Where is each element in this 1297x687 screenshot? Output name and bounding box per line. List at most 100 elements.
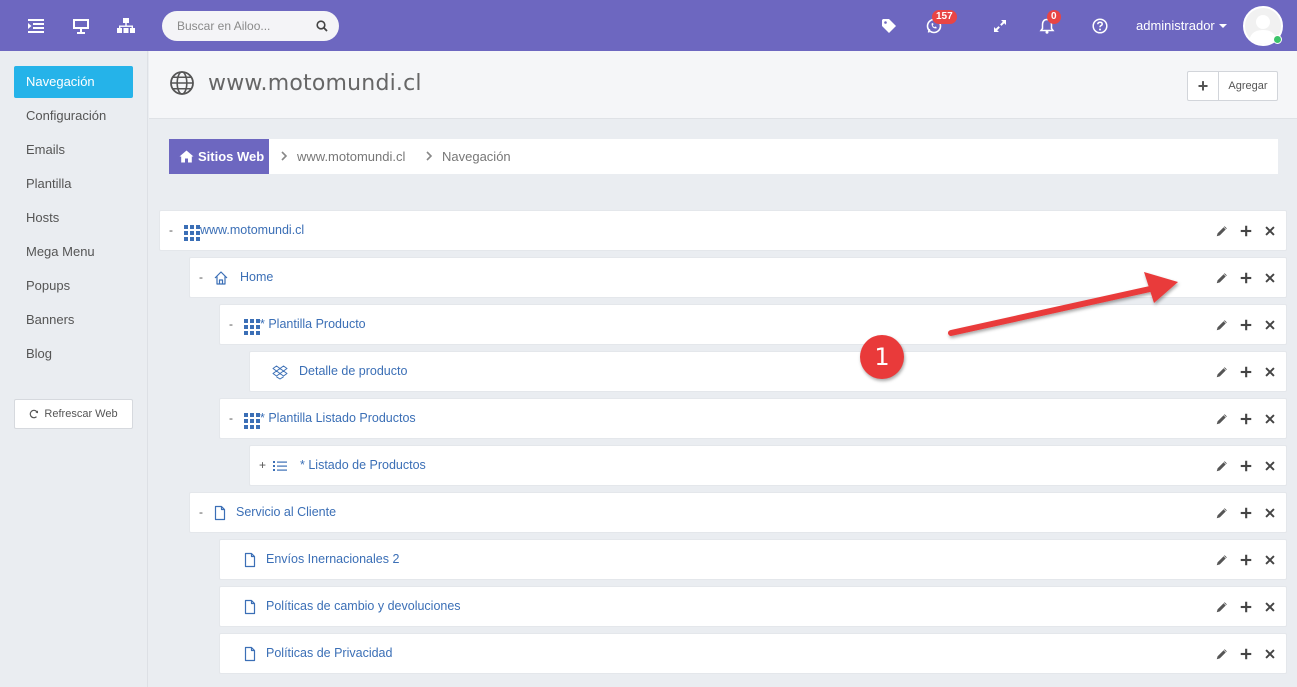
- collapse-toggle[interactable]: -: [199, 258, 209, 297]
- search-icon[interactable]: [314, 18, 330, 34]
- delete-close-icon[interactable]: [1262, 599, 1278, 615]
- tree-row: Envíos Inernacionales 2: [219, 539, 1287, 580]
- edit-pencil-icon[interactable]: [1214, 364, 1230, 380]
- sidebar-item-plantilla[interactable]: Plantilla: [14, 168, 133, 200]
- edit-pencil-icon[interactable]: [1214, 458, 1230, 474]
- add-button[interactable]: + Agregar: [1187, 71, 1278, 101]
- row-actions: [1214, 646, 1278, 662]
- add-child-plus-icon[interactable]: [1238, 552, 1254, 568]
- grid-icon: [244, 413, 260, 429]
- edit-pencil-icon[interactable]: [1214, 270, 1230, 286]
- tree-item-label[interactable]: Envíos Inernacionales 2: [266, 540, 399, 579]
- collapse-toggle[interactable]: -: [229, 305, 239, 344]
- edit-pencil-icon[interactable]: [1214, 223, 1230, 239]
- add-child-plus-icon[interactable]: [1238, 223, 1254, 239]
- edit-pencil-icon[interactable]: [1214, 599, 1230, 615]
- annotation-number: 1: [860, 335, 904, 379]
- tree-row: + * Listado de Productos: [249, 445, 1287, 486]
- tree-item-label[interactable]: Políticas de cambio y devoluciones: [266, 587, 461, 626]
- search-input[interactable]: [177, 19, 307, 33]
- sidebar-item-banners[interactable]: Banners: [14, 304, 133, 336]
- delete-close-icon[interactable]: [1262, 223, 1278, 239]
- tree-item-label[interactable]: www.motomundi.cl: [200, 211, 304, 250]
- sidebar-item-blog[interactable]: Blog: [14, 338, 133, 370]
- refresh-web-label: Refrescar Web: [44, 408, 118, 420]
- edit-pencil-icon[interactable]: [1214, 505, 1230, 521]
- expand-toggle[interactable]: +: [259, 446, 269, 485]
- user-menu[interactable]: administrador: [1136, 0, 1227, 51]
- notification-count-badge: 0: [1047, 10, 1061, 24]
- row-actions: [1214, 411, 1278, 427]
- menu-toggle-icon[interactable]: [16, 0, 56, 51]
- dropbox-icon: [272, 364, 288, 380]
- add-child-plus-icon[interactable]: [1238, 458, 1254, 474]
- sidebar-item-hosts[interactable]: Hosts: [14, 202, 133, 234]
- add-child-plus-icon[interactable]: [1238, 411, 1254, 427]
- delete-close-icon[interactable]: [1262, 552, 1278, 568]
- delete-close-icon[interactable]: [1262, 505, 1278, 521]
- delete-close-icon[interactable]: [1262, 411, 1278, 427]
- home-icon: [179, 150, 194, 163]
- add-child-plus-icon[interactable]: [1238, 599, 1254, 615]
- collapse-toggle[interactable]: -: [199, 493, 209, 532]
- expand-icon[interactable]: [980, 0, 1020, 51]
- whatsapp-icon[interactable]: [914, 0, 954, 51]
- sidebar: Navegación Configuración Emails Plantill…: [0, 51, 148, 687]
- whatsapp-count-badge: 157: [932, 10, 957, 24]
- sidebar-item-popups[interactable]: Popups: [14, 270, 133, 302]
- add-child-plus-icon[interactable]: [1238, 364, 1254, 380]
- tree-item-label[interactable]: * Plantilla Producto: [260, 305, 366, 344]
- row-actions: [1214, 599, 1278, 615]
- tree-row: - Home: [189, 257, 1287, 298]
- monitor-icon[interactable]: [61, 0, 101, 51]
- breadcrumb-item-site[interactable]: www.motomundi.cl: [297, 139, 405, 174]
- tree-row: Políticas de Privacidad: [219, 633, 1287, 674]
- row-actions: [1214, 317, 1278, 333]
- edit-pencil-icon[interactable]: [1214, 317, 1230, 333]
- collapse-toggle[interactable]: -: [229, 399, 239, 438]
- tree-item-label[interactable]: Servicio al Cliente: [236, 493, 336, 532]
- edit-pencil-icon[interactable]: [1214, 411, 1230, 427]
- collapse-toggle[interactable]: -: [169, 211, 179, 250]
- chevron-right-icon: [426, 151, 433, 161]
- top-bar: 157 0 administrador: [0, 0, 1297, 51]
- breadcrumb-home[interactable]: Sitios Web: [169, 139, 269, 174]
- bell-icon[interactable]: [1027, 0, 1067, 51]
- tree-item-label[interactable]: * Listado de Productos: [300, 446, 426, 485]
- add-child-plus-icon[interactable]: [1238, 646, 1254, 662]
- sidebar-item-mega-menu[interactable]: Mega Menu: [14, 236, 133, 268]
- tree-row: - * Plantilla Listado Productos: [219, 398, 1287, 439]
- refresh-icon: [30, 409, 39, 419]
- delete-close-icon[interactable]: [1262, 458, 1278, 474]
- sidebar-item-configuracion[interactable]: Configuración: [14, 100, 133, 132]
- sidebar-item-navegacion[interactable]: Navegación: [14, 66, 133, 98]
- delete-close-icon[interactable]: [1262, 646, 1278, 662]
- file-icon: [242, 552, 258, 568]
- delete-close-icon[interactable]: [1262, 317, 1278, 333]
- add-child-plus-icon[interactable]: [1238, 505, 1254, 521]
- tree-item-label[interactable]: Detalle de producto: [299, 352, 407, 391]
- tag-icon[interactable]: [869, 0, 909, 51]
- tree-row: Políticas de cambio y devoluciones: [219, 586, 1287, 627]
- tree-item-label[interactable]: Home: [240, 258, 273, 297]
- refresh-web-button[interactable]: Refrescar Web: [14, 399, 133, 429]
- add-child-plus-icon[interactable]: [1238, 317, 1254, 333]
- grid-icon: [184, 225, 200, 241]
- sidebar-item-emails[interactable]: Emails: [14, 134, 133, 166]
- add-child-plus-icon[interactable]: [1238, 270, 1254, 286]
- user-name: administrador: [1136, 18, 1215, 33]
- tree-item-label[interactable]: Políticas de Privacidad: [266, 634, 392, 673]
- online-status-dot: [1273, 35, 1282, 44]
- globe-icon: [170, 71, 194, 95]
- edit-pencil-icon[interactable]: [1214, 646, 1230, 662]
- file-icon: [212, 505, 228, 521]
- tree-item-label[interactable]: * Plantilla Listado Productos: [260, 399, 416, 438]
- help-icon[interactable]: [1080, 0, 1120, 51]
- edit-pencil-icon[interactable]: [1214, 552, 1230, 568]
- row-actions: [1214, 270, 1278, 286]
- delete-close-icon[interactable]: [1262, 364, 1278, 380]
- row-actions: [1214, 458, 1278, 474]
- row-actions: [1214, 505, 1278, 521]
- sitemap-icon[interactable]: [106, 0, 146, 51]
- delete-close-icon[interactable]: [1262, 270, 1278, 286]
